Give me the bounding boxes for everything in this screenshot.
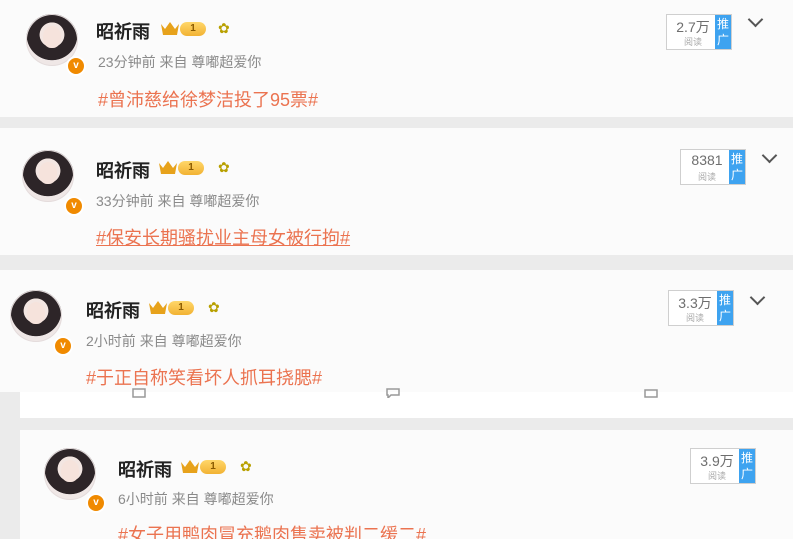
read-count: 3.3万 (678, 295, 712, 311)
avatar-face (61, 460, 79, 482)
topic-link[interactable]: #曾沛慈给徐梦洁投了95票# (98, 86, 318, 112)
post-time[interactable]: 2小时前 (86, 333, 136, 349)
source-prefix: 来自 (157, 193, 186, 209)
level-badge: 1 (168, 301, 194, 315)
verified-icon: v (66, 56, 86, 76)
avatar-face (43, 26, 61, 48)
level-badge: 1 (200, 460, 226, 474)
crown-icon (181, 460, 199, 473)
flower-icon: ✿ (240, 458, 252, 474)
verified-icon: v (86, 493, 106, 513)
read-count: 2.7万 (676, 19, 710, 35)
comment-icon[interactable] (386, 388, 400, 398)
promote-button[interactable]: 推广 (715, 15, 731, 49)
post-source[interactable]: 尊嘟超爱你 (204, 491, 274, 507)
action-bar (20, 388, 793, 418)
avatar[interactable] (22, 150, 74, 202)
topic-link[interactable]: #女子用鸭肉冒充鹅肉售卖被判二缓二# (118, 521, 426, 539)
post-source[interactable]: 尊嘟超爱你 (189, 193, 259, 209)
promote-button[interactable]: 推广 (717, 291, 733, 325)
read-label: 阅读 (707, 471, 726, 481)
read-count-box[interactable]: 2.7万 阅读 推广 (666, 14, 732, 50)
like-icon[interactable] (644, 388, 658, 398)
source-prefix: 来自 (171, 491, 200, 507)
author-name[interactable]: 昭祈雨 (86, 297, 140, 323)
read-count-box[interactable]: 3.3万 阅读 推广 (668, 290, 734, 326)
source-prefix: 来自 (159, 54, 188, 70)
post-card: v 昭祈雨 1 ✿ 23分钟前 来自 尊嘟超爱你 #曾沛慈给徐梦洁投了95票# … (0, 0, 793, 117)
source-prefix: 来自 (139, 333, 168, 349)
verified-icon: v (53, 336, 73, 356)
level-badge: 1 (180, 22, 206, 36)
read-label: 阅读 (683, 37, 702, 47)
post-card: v 昭祈雨 1 ✿ 33分钟前 来自 尊嘟超爱你 #保安长期骚扰业主母女被行拘#… (0, 128, 793, 255)
avatar[interactable] (44, 448, 96, 500)
post-time[interactable]: 33分钟前 (96, 193, 154, 209)
author-name[interactable]: 昭祈雨 (118, 456, 172, 482)
read-label: 阅读 (697, 172, 716, 182)
avatar[interactable] (10, 290, 62, 342)
read-count: 8381 (691, 152, 723, 168)
post-source[interactable]: 尊嘟超爱你 (172, 333, 242, 349)
promote-button[interactable]: 推广 (729, 150, 745, 184)
read-count: 3.9万 (700, 453, 734, 469)
flower-icon: ✿ (218, 159, 230, 175)
author-name[interactable]: 昭祈雨 (96, 157, 150, 183)
post-time[interactable]: 6小时前 (118, 491, 168, 507)
read-count-box[interactable]: 3.9万 阅读 推广 (690, 448, 756, 484)
post-meta: 6小时前 来自 尊嘟超爱你 (118, 489, 274, 509)
chevron-down-icon[interactable] (747, 11, 764, 28)
flower-icon: ✿ (218, 20, 230, 36)
promote-button[interactable]: 推广 (739, 449, 755, 483)
post-meta: 23分钟前 来自 尊嘟超爱你 (98, 52, 261, 72)
read-label: 阅读 (685, 313, 704, 323)
topic-link[interactable]: #于正自称笑看坏人抓耳挠腮# (86, 364, 322, 390)
avatar-face (39, 162, 57, 184)
crown-icon (161, 22, 179, 35)
post-meta: 2小时前 来自 尊嘟超爱你 (86, 331, 242, 351)
chevron-down-icon[interactable] (761, 147, 778, 164)
post-card: v 昭祈雨 1 ✿ 2小时前 来自 尊嘟超爱你 #于正自称笑看坏人抓耳挠腮# 3… (0, 270, 793, 392)
repost-icon[interactable] (132, 388, 146, 398)
level-badge: 1 (178, 161, 204, 175)
topic-link[interactable]: #保安长期骚扰业主母女被行拘# (96, 224, 350, 250)
author-name[interactable]: 昭祈雨 (96, 18, 150, 44)
post-meta: 33分钟前 来自 尊嘟超爱你 (96, 191, 259, 211)
crown-icon (149, 301, 167, 314)
post-time[interactable]: 23分钟前 (98, 54, 156, 70)
read-count-box[interactable]: 8381 阅读 推广 (680, 149, 746, 185)
crown-icon (159, 161, 177, 174)
post-source[interactable]: 尊嘟超爱你 (191, 54, 261, 70)
chevron-down-icon[interactable] (749, 289, 766, 306)
post-card: v 昭祈雨 1 ✿ 6小时前 来自 尊嘟超爱你 #女子用鸭肉冒充鹅肉售卖被判二缓… (20, 430, 793, 539)
verified-icon: v (64, 196, 84, 216)
flower-icon: ✿ (208, 299, 220, 315)
avatar-face (27, 302, 45, 324)
